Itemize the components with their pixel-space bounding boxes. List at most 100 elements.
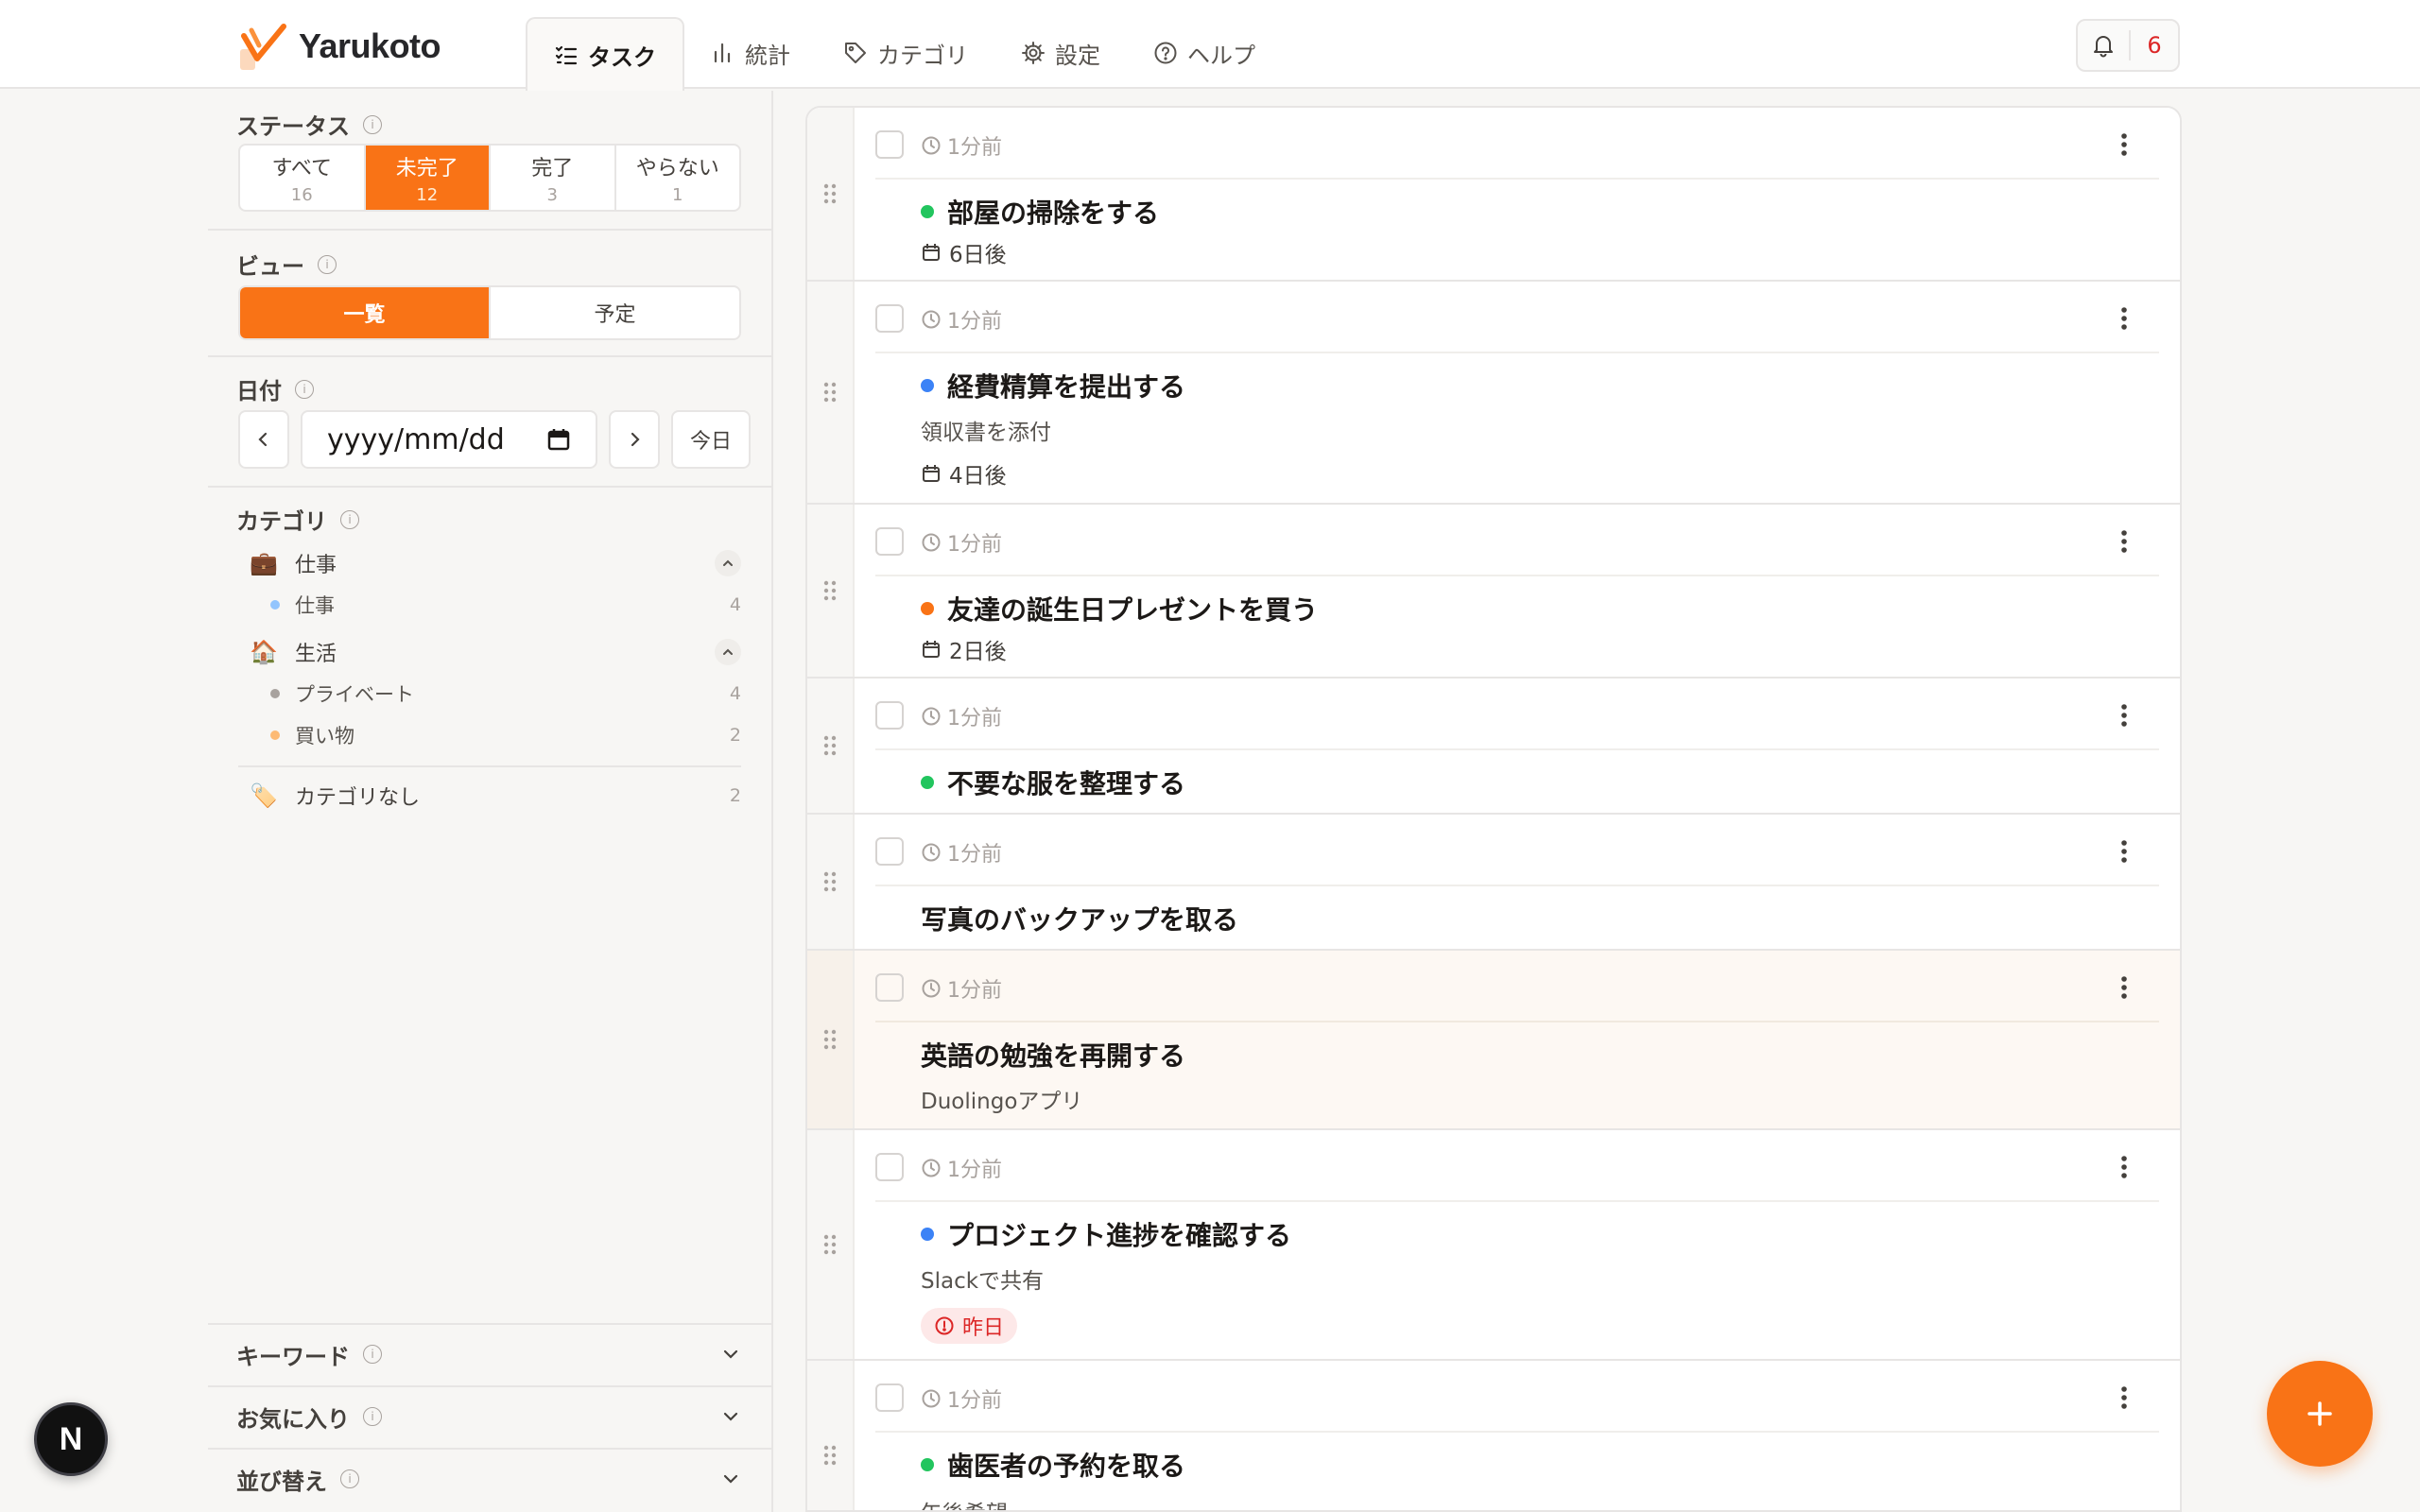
task-title: 写真のバックアップを取る [921,900,1238,937]
app-header: Yarukoto タスク 統計 カテゴリ 設定 ヘルプ 6 [0,0,2420,91]
drag-handle-icon[interactable] [807,679,855,813]
info-icon[interactable]: i [363,114,382,134]
task-title-text: 英語の勉強を再開する [921,1040,1186,1072]
more-menu-icon[interactable] [2110,1153,2138,1181]
clock-icon [922,843,941,862]
category-group-work[interactable]: 💼 仕事 [250,546,741,580]
sort-section-toggle[interactable]: 並び替え i [208,1448,773,1508]
tab-help[interactable]: ヘルプ [1127,17,1282,89]
task-card[interactable]: 1分前 部屋の掃除をする 6日後 [807,108,2180,282]
category-color-dot [921,205,934,218]
task-checkbox[interactable] [875,973,904,1002]
status-done-button[interactable]: 完了 3 [491,146,616,210]
status-skip-button[interactable]: やらない 1 [616,146,740,210]
tab-category[interactable]: カテゴリ [817,17,994,89]
info-icon[interactable]: i [340,1469,359,1488]
drag-handle-icon[interactable] [807,282,855,503]
category-section-title: カテゴリ i [236,503,359,536]
calendar-icon[interactable] [546,427,571,452]
tab-label: 統計 [745,42,790,69]
info-icon[interactable]: i [363,1345,382,1364]
category-color-dot [921,379,934,392]
date-input[interactable]: yyyy/mm/dd [301,410,597,469]
task-card[interactable]: 1分前 経費精算を提出する 領収書を添付 4日後 [807,282,2180,505]
tab-stats[interactable]: 統計 [684,17,817,89]
status-section-title: ステータス i [236,108,382,141]
drag-handle-icon[interactable] [807,951,855,1128]
more-menu-icon[interactable] [2110,1383,2138,1412]
task-card[interactable]: 1分前 英語の勉強を再開する Duolingoアプリ [807,951,2180,1130]
section-label: ステータス [236,113,350,140]
status-label: やらない [635,156,719,180]
task-checkbox[interactable] [875,1383,904,1412]
briefcase-icon: 💼 [250,550,278,576]
category-item-work[interactable]: 仕事 4 [270,589,741,621]
more-menu-icon[interactable] [2110,130,2138,159]
clock-icon [922,1389,941,1408]
task-title-text: 歯医者の予約を取る [947,1451,1186,1482]
status-incomplete-button[interactable]: 未完了 12 [365,146,491,210]
drag-handle-icon[interactable] [807,505,855,677]
status-all-button[interactable]: すべて 16 [240,146,366,210]
date-controls: yyyy/mm/dd 今日 [238,410,751,469]
overdue-text: 昨日 [962,1316,1005,1340]
app-logo[interactable]: Yarukoto [238,21,441,72]
task-card[interactable]: 1分前 不要な服を整理する [807,679,2180,815]
today-button[interactable]: 今日 [671,410,751,469]
more-menu-icon[interactable] [2110,304,2138,333]
task-checkbox[interactable] [875,837,904,866]
more-menu-icon[interactable] [2110,701,2138,730]
favorites-section-toggle[interactable]: お気に入り i [208,1385,773,1446]
main-nav: タスク 統計 カテゴリ 設定 ヘルプ [526,17,1282,91]
drag-handle-icon[interactable] [807,108,855,280]
category-item-shopping[interactable]: 買い物 2 [270,719,741,751]
bell-icon [2078,30,2131,60]
task-card[interactable]: 1分前 プロジェクト進捗を確認する Slackで共有 昨日 [807,1130,2180,1361]
category-label: 仕事 [295,554,337,577]
info-icon[interactable]: i [340,509,359,529]
due-text: 4日後 [949,464,1007,489]
task-checkbox[interactable] [875,1153,904,1181]
view-list-button[interactable]: 一覧 [240,287,489,338]
task-card[interactable]: 1分前 写真のバックアップを取る [807,815,2180,951]
chevron-up-icon[interactable] [715,639,741,665]
next-day-button[interactable] [609,410,660,469]
task-card[interactable]: 1分前 友達の誕生日プレゼントを買う 2日後 [807,505,2180,679]
task-title-text: プロジェクト進捗を確認する [947,1220,1292,1251]
task-card[interactable]: 1分前 歯医者の予約を取る 午後希望 [807,1361,2180,1510]
task-checkbox[interactable] [875,304,904,333]
category-group-life[interactable]: 🏠 生活 [250,635,741,669]
notification-count: 6 [2147,32,2162,59]
more-menu-icon[interactable] [2110,837,2138,866]
created-time: 1分前 [921,527,1002,558]
drag-handle-icon[interactable] [807,1361,855,1510]
chevron-up-icon[interactable] [715,550,741,576]
info-icon[interactable]: i [318,254,337,274]
notification-button[interactable]: 6 [2076,19,2180,72]
tab-settings[interactable]: 設定 [994,17,1127,89]
chevron-down-icon [723,1349,738,1359]
info-icon[interactable]: i [363,1407,382,1426]
category-none[interactable]: 🏷️ カテゴリなし 2 [250,779,741,813]
drag-handle-icon[interactable] [807,815,855,949]
task-checkbox[interactable] [875,130,904,159]
more-menu-icon[interactable] [2110,527,2138,556]
keyword-section-toggle[interactable]: キーワード i [208,1323,773,1383]
tab-tasks[interactable]: タスク [526,17,684,91]
task-checkbox[interactable] [875,527,904,556]
n-logo-icon[interactable]: N [34,1402,108,1476]
info-icon[interactable]: i [295,379,314,399]
calendar-icon [923,641,940,658]
status-count: 12 [416,184,439,205]
task-checkbox[interactable] [875,701,904,730]
view-schedule-button[interactable]: 予定 [489,287,739,338]
section-label: 並び替え [236,1468,327,1495]
category-item-private[interactable]: プライベート 4 [270,678,741,710]
created-ago: 1分前 [947,707,1002,730]
category-color-dot [921,776,934,789]
task-title: 経費精算を提出する [921,367,1185,404]
drag-handle-icon[interactable] [807,1130,855,1359]
add-task-button[interactable] [2267,1361,2373,1467]
more-menu-icon[interactable] [2110,973,2138,1002]
prev-day-button[interactable] [238,410,289,469]
